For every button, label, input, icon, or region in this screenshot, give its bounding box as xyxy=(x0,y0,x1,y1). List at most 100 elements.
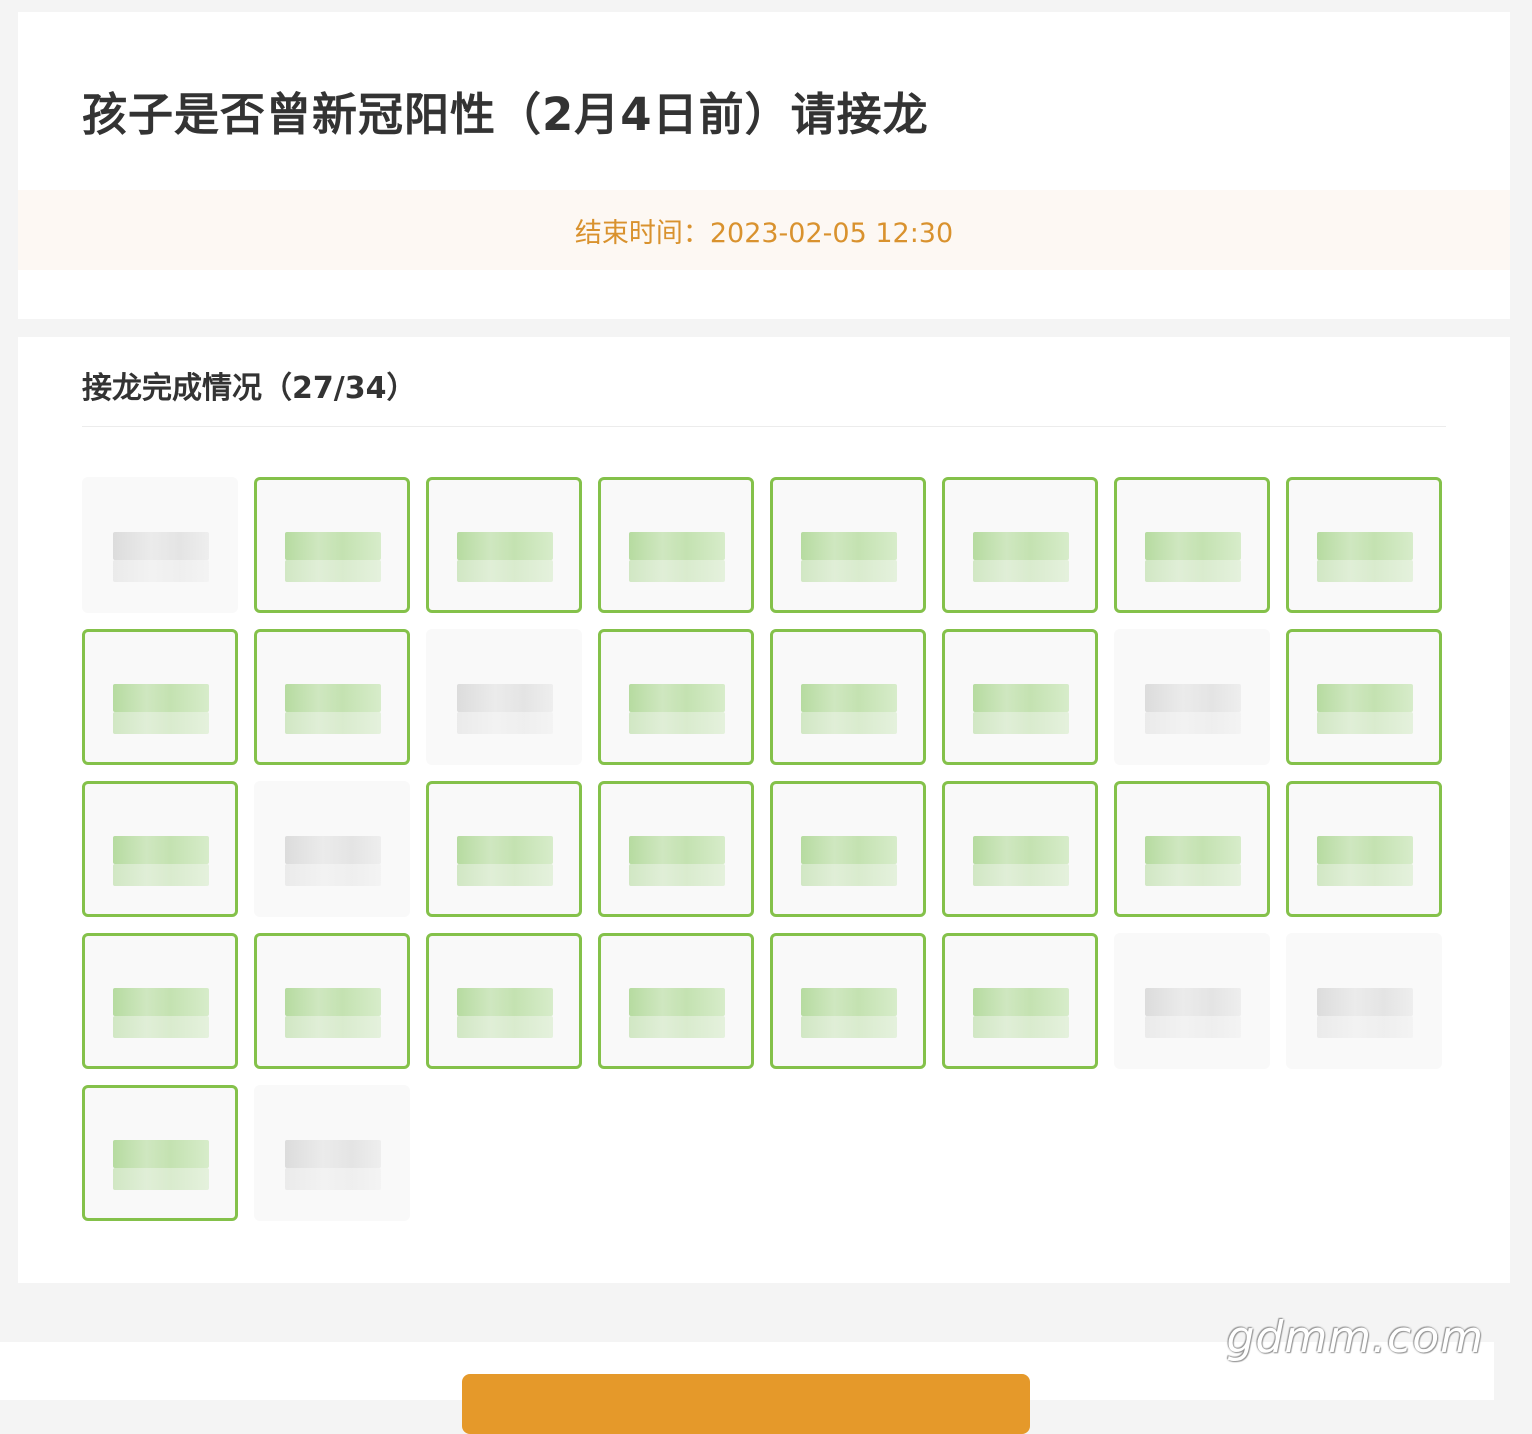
redacted-name-block xyxy=(457,864,553,886)
participant-tile-pending[interactable] xyxy=(254,1085,410,1221)
redacted-name-block xyxy=(457,560,553,582)
redacted-name-block xyxy=(113,684,209,712)
participant-tile-completed[interactable] xyxy=(254,629,410,765)
participant-tile-completed[interactable] xyxy=(254,933,410,1069)
redacted-name-block xyxy=(113,560,209,582)
redacted-name-block xyxy=(801,988,897,1016)
participant-tile-completed[interactable] xyxy=(82,933,238,1069)
participant-tile-completed[interactable] xyxy=(1286,781,1442,917)
redacted-name-block xyxy=(801,1016,897,1038)
participant-tile-completed[interactable] xyxy=(1114,781,1270,917)
redacted-name-block xyxy=(629,532,725,560)
participant-tile-completed[interactable] xyxy=(426,933,582,1069)
participant-tile-completed[interactable] xyxy=(598,477,754,613)
redacted-name-block xyxy=(113,988,209,1016)
redacted-name-block xyxy=(113,1016,209,1038)
participant-tile-completed[interactable] xyxy=(770,477,926,613)
redacted-name-block xyxy=(801,684,897,712)
redacted-name-block xyxy=(1145,836,1241,864)
redacted-name-block xyxy=(113,532,209,560)
participant-tile-completed[interactable] xyxy=(942,781,1098,917)
progress-card: 接龙完成情况（27/34） xyxy=(18,337,1510,1283)
deadline-text: 结束时间：2023-02-05 12:30 xyxy=(574,217,954,249)
participant-tile-completed[interactable] xyxy=(1286,477,1442,613)
participant-tile-completed[interactable] xyxy=(942,933,1098,1069)
participant-tile-completed[interactable] xyxy=(82,629,238,765)
redacted-name-block xyxy=(285,684,381,712)
participant-tile-completed[interactable] xyxy=(598,781,754,917)
redacted-name-block xyxy=(973,864,1069,886)
redacted-name-block xyxy=(113,864,209,886)
redacted-name-block xyxy=(629,712,725,734)
redacted-name-block xyxy=(801,532,897,560)
participant-tile-completed[interactable] xyxy=(82,1085,238,1221)
redacted-name-block xyxy=(285,1168,381,1190)
participant-tile-pending[interactable] xyxy=(1114,629,1270,765)
redacted-name-block xyxy=(113,712,209,734)
participant-tile-completed[interactable] xyxy=(770,933,926,1069)
redacted-name-block xyxy=(1145,712,1241,734)
redacted-name-block xyxy=(113,1140,209,1168)
participant-tile-completed[interactable] xyxy=(598,629,754,765)
redacted-name-block xyxy=(629,836,725,864)
redacted-name-block xyxy=(629,988,725,1016)
redacted-name-block xyxy=(629,560,725,582)
redacted-name-block xyxy=(1317,684,1413,712)
redacted-name-block xyxy=(285,532,381,560)
redacted-name-block xyxy=(801,712,897,734)
participant-tile-completed[interactable] xyxy=(942,477,1098,613)
participant-tile-completed[interactable] xyxy=(254,477,410,613)
participant-tile-completed[interactable] xyxy=(1114,477,1270,613)
participant-tile-completed[interactable] xyxy=(770,781,926,917)
participant-tile-completed[interactable] xyxy=(82,781,238,917)
redacted-name-block xyxy=(801,836,897,864)
join-button[interactable] xyxy=(462,1374,1030,1434)
redacted-name-block xyxy=(1145,864,1241,886)
redacted-name-block xyxy=(1145,684,1241,712)
participant-tile-pending[interactable] xyxy=(254,781,410,917)
participant-tile-pending[interactable] xyxy=(1286,933,1442,1069)
redacted-name-block xyxy=(285,988,381,1016)
participant-tile-completed[interactable] xyxy=(770,629,926,765)
redacted-name-block xyxy=(285,1016,381,1038)
redacted-name-block xyxy=(1317,988,1413,1016)
redacted-name-block xyxy=(629,864,725,886)
redacted-name-block xyxy=(285,560,381,582)
progress-title: 接龙完成情况（27/34） xyxy=(82,371,417,406)
redacted-name-block xyxy=(113,836,209,864)
redacted-name-block xyxy=(457,836,553,864)
redacted-name-block xyxy=(113,1168,209,1190)
redacted-name-block xyxy=(285,1140,381,1168)
participant-tile-completed[interactable] xyxy=(426,781,582,917)
redacted-name-block xyxy=(457,712,553,734)
redacted-name-block xyxy=(285,712,381,734)
participant-tile-completed[interactable] xyxy=(1286,629,1442,765)
participant-tile-pending[interactable] xyxy=(82,477,238,613)
redacted-name-block xyxy=(457,532,553,560)
redacted-name-block xyxy=(1317,1016,1413,1038)
participant-tile-pending[interactable] xyxy=(426,629,582,765)
participant-tile-completed[interactable] xyxy=(942,629,1098,765)
redacted-name-block xyxy=(457,1016,553,1038)
redacted-name-block xyxy=(629,1016,725,1038)
watermark: gdmm.com xyxy=(1226,1312,1484,1363)
redacted-name-block xyxy=(457,684,553,712)
redacted-name-block xyxy=(629,684,725,712)
redacted-name-block xyxy=(1145,532,1241,560)
redacted-name-block xyxy=(1145,560,1241,582)
participant-tile-completed[interactable] xyxy=(598,933,754,1069)
header-card: 孩子是否曾新冠阳性（2月4日前）请接龙 结束时间：2023-02-05 12:3… xyxy=(18,12,1510,319)
divider xyxy=(82,426,1446,427)
participant-tile-pending[interactable] xyxy=(1114,933,1270,1069)
redacted-name-block xyxy=(973,836,1069,864)
redacted-name-block xyxy=(801,560,897,582)
redacted-name-block xyxy=(973,532,1069,560)
redacted-name-block xyxy=(285,836,381,864)
redacted-name-block xyxy=(801,864,897,886)
redacted-name-block xyxy=(973,988,1069,1016)
redacted-name-block xyxy=(1317,864,1413,886)
deadline-bar: 结束时间：2023-02-05 12:30 xyxy=(18,190,1510,270)
redacted-name-block xyxy=(973,560,1069,582)
participant-tile-completed[interactable] xyxy=(426,477,582,613)
redacted-name-block xyxy=(1145,1016,1241,1038)
